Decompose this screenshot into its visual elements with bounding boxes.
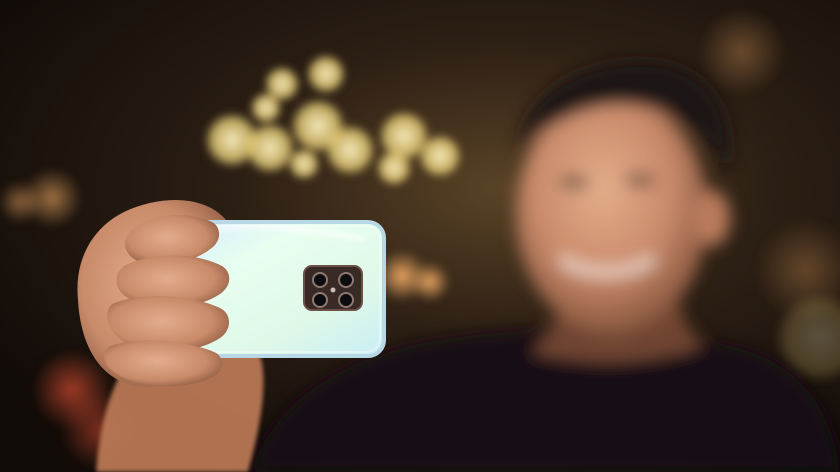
photo-illustration (0, 0, 840, 472)
camera-lens-icon (312, 272, 328, 288)
camera-lens-icon (338, 272, 354, 288)
photo-scene (0, 0, 840, 472)
camera-lens-icon (338, 292, 354, 308)
flash-icon (330, 287, 336, 293)
camera-module (303, 265, 363, 311)
camera-lens-icon (312, 292, 328, 308)
